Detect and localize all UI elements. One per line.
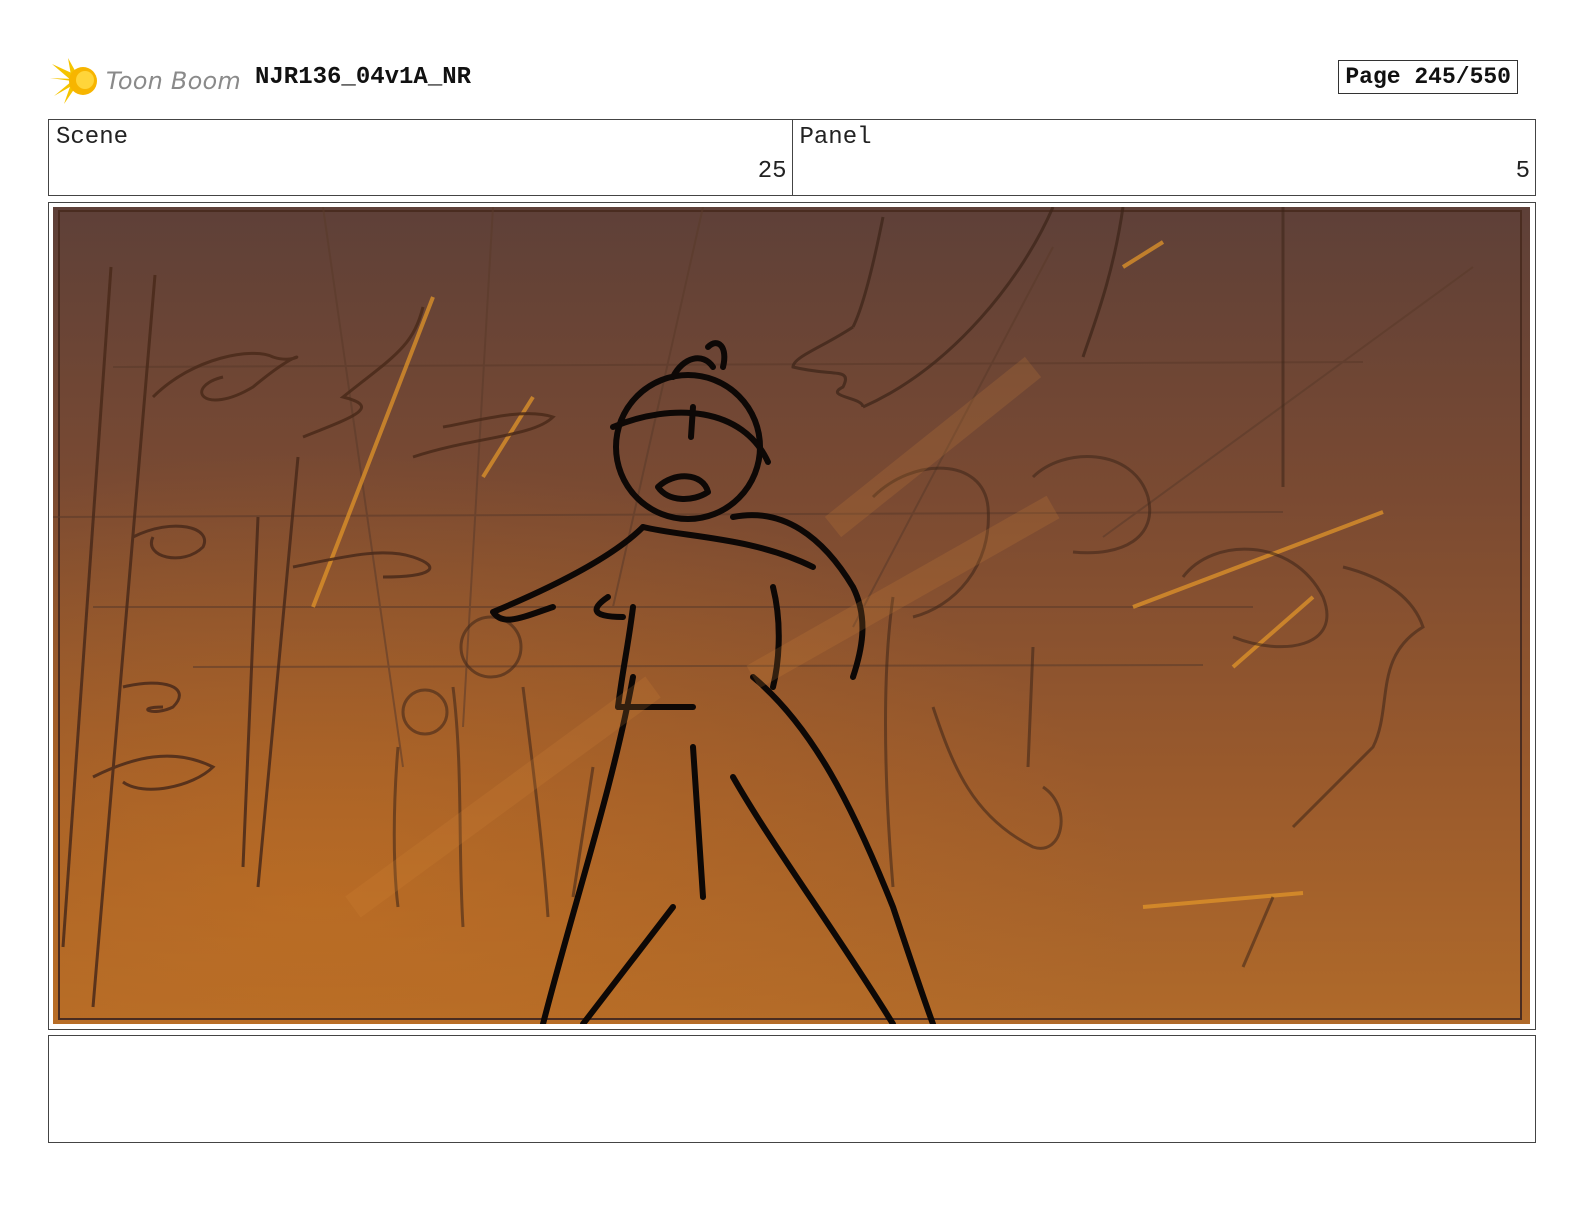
document-title: NJR136_04v1A_NR <box>255 64 472 91</box>
scene-cell: Scene 25 <box>49 120 792 195</box>
panel-cell: Panel 5 <box>791 120 1536 195</box>
scene-panel-info: Scene 25 Panel 5 <box>48 119 1536 196</box>
panel-notes-box <box>48 1035 1536 1143</box>
storyboard-sketch <box>53 207 1530 1024</box>
scene-label: Scene <box>56 124 129 151</box>
page-header: Toon Boom NJR136_04v1A_NR Page 245/550 <box>50 56 1536 106</box>
page-number-badge: Page 245/550 <box>1338 60 1518 94</box>
toon-boom-logo: Toon Boom <box>50 56 241 106</box>
panel-number: 5 <box>1515 158 1530 185</box>
logo-wordmark: Toon Boom <box>106 67 241 95</box>
scene-number: 25 <box>757 158 787 185</box>
storyboard-panel <box>48 202 1536 1030</box>
panel-label: Panel <box>799 124 872 151</box>
starburst-icon <box>50 58 97 104</box>
